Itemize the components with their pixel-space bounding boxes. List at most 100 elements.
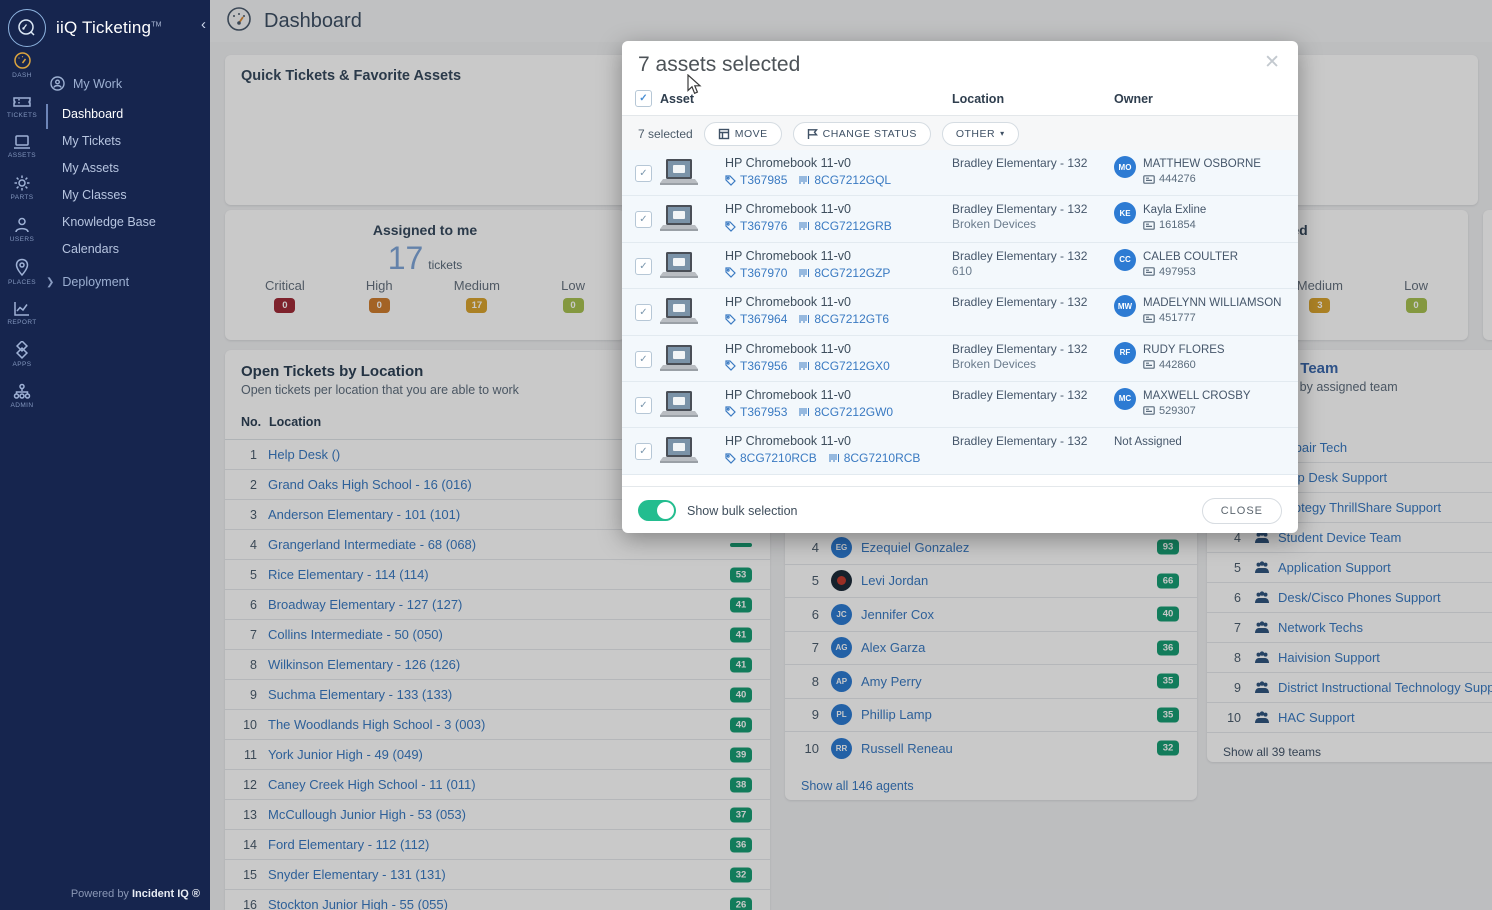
asset-serial[interactable]: 8CG7212GRB xyxy=(814,219,891,233)
asset-location: Bradley Elementary - 132 xyxy=(952,387,1088,402)
asset-row: ✓ HP Chromebook 11-v0 T367956 8CG7212GX0… xyxy=(622,335,1298,382)
asset-serial[interactable]: 8CG7212GX0 xyxy=(814,359,889,373)
app-page: Dashboard Quick Tickets & Favorite Asset… xyxy=(0,0,1492,910)
menu-deployment[interactable]: ❯ Deployment xyxy=(44,275,210,289)
asset-tag-icon xyxy=(725,453,736,464)
asset-tag[interactable]: T367953 xyxy=(740,405,787,419)
asset-row: ✓ HP Chromebook 11-v0 T367953 8CG7212GW0… xyxy=(622,381,1298,429)
asset-tag-icon xyxy=(725,314,736,325)
deployment-label: Deployment xyxy=(62,275,130,289)
move-button[interactable]: MOVE xyxy=(703,121,782,146)
asset-tag-icon xyxy=(725,267,736,279)
asset-serial[interactable]: 8CG7212GW0 xyxy=(814,405,893,419)
id-badge-icon xyxy=(1143,221,1155,230)
sidebar-rail-tickets[interactable]: TICKETS xyxy=(0,91,44,122)
sidebar-collapse-icon[interactable]: ‹ xyxy=(201,16,206,33)
asset-tag-icon xyxy=(725,174,736,186)
sidebar-rail-admin[interactable]: ADMIN xyxy=(0,380,44,412)
asset-serial[interactable]: 8CG7210RCB xyxy=(844,451,921,465)
barcode-icon xyxy=(799,315,810,324)
asset-row: ✓ HP Chromebook 11-v0 T367976 8CG7212GRB… xyxy=(622,196,1298,243)
sidebar: iiQ TicketingTM ‹ DASH TICKETS ASSETS PA… xyxy=(0,0,210,910)
owner-name: RUDY FLORES xyxy=(1143,343,1225,356)
asset-tag[interactable]: T367964 xyxy=(740,312,787,326)
id-badge-icon xyxy=(1143,267,1155,277)
sidebar-rail-assets[interactable]: ASSETS xyxy=(0,131,44,162)
asset-location: Bradley Elementary - 132 xyxy=(952,295,1088,310)
barcode-icon xyxy=(799,176,810,184)
asset-name-link[interactable]: HP Chromebook 11-v0 xyxy=(725,342,851,356)
asset-row: ✓ HP Chromebook 11-v0 T367964 8CG7212GT6… xyxy=(622,289,1298,336)
flag-icon xyxy=(807,128,818,139)
asset-name-link[interactable]: HP Chromebook 11-v0 xyxy=(725,388,851,402)
sidebar-menu-item[interactable]: My Classes xyxy=(62,182,210,209)
asset-tag[interactable]: T367985 xyxy=(740,173,787,187)
id-badge-icon xyxy=(1143,174,1155,184)
barcode-icon xyxy=(829,454,839,463)
sidebar-rail-parts[interactable]: PARTS xyxy=(0,171,44,204)
owner-avatar: MC xyxy=(1114,387,1136,410)
asset-row-checkbox[interactable]: ✓ xyxy=(635,304,652,322)
my-work-label: My Work xyxy=(73,76,123,91)
iiq-logo xyxy=(8,8,46,47)
owner-id: 529307 xyxy=(1143,405,1251,417)
chevron-right-icon: ❯ xyxy=(46,276,55,288)
bulk-selection-toggle[interactable] xyxy=(638,500,676,521)
asset-row-checkbox[interactable]: ✓ xyxy=(635,165,652,182)
asset-row: ✓ HP Chromebook 11-v0 T367970 8CG7212GZP… xyxy=(622,242,1298,290)
asset-thumbnail xyxy=(659,297,699,331)
asset-name-link[interactable]: HP Chromebook 11-v0 xyxy=(725,295,851,309)
select-all-checkbox[interactable]: ✓ xyxy=(635,90,652,107)
active-item-indicator xyxy=(46,104,48,129)
sidebar-rail-apps[interactable]: APPS xyxy=(0,338,44,371)
toggle-label: Show bulk selection xyxy=(687,503,798,518)
asset-row-checkbox[interactable]: ✓ xyxy=(635,443,652,461)
sidebar-rail-report[interactable]: REPORT xyxy=(0,298,44,329)
sidebar-rail-users[interactable]: USERS xyxy=(0,213,44,246)
close-icon[interactable]: ✕ xyxy=(1264,53,1280,72)
menu-my-work[interactable]: My Work xyxy=(44,70,210,101)
sidebar-menu-item[interactable]: Knowledge Base xyxy=(62,209,210,236)
close-button[interactable]: CLOSE xyxy=(1201,497,1282,524)
owner-id: 161854 xyxy=(1143,219,1206,231)
asset-thumbnail xyxy=(659,344,699,378)
my-work-submenu: Dashboard My Tickets My Assets My Classe… xyxy=(62,101,210,263)
asset-serial[interactable]: 8CG7212GT6 xyxy=(814,312,889,326)
barcode-icon xyxy=(799,407,810,416)
asset-tag[interactable]: 8CG7210RCB xyxy=(740,451,817,465)
asset-row-checkbox[interactable]: ✓ xyxy=(635,257,652,275)
change-status-button[interactable]: CHANGE STATUS xyxy=(792,121,931,146)
asset-row: ✓ HP Chromebook 11-v0 8CG7210RCB 8CG7210… xyxy=(622,428,1298,475)
asset-tag[interactable]: T367976 xyxy=(740,219,787,233)
asset-row-checkbox[interactable]: ✓ xyxy=(635,350,652,368)
selected-count-label: 7 selected xyxy=(638,126,693,141)
sidebar-menu: My Work Dashboard My Tickets My Assets M… xyxy=(44,70,210,289)
asset-serial[interactable]: 8CG7212GQL xyxy=(814,173,891,187)
owner-avatar: KE xyxy=(1114,202,1136,225)
sidebar-rail-places[interactable]: PLACES xyxy=(0,255,44,289)
asset-row-checkbox[interactable]: ✓ xyxy=(635,211,652,229)
asset-serial[interactable]: 8CG7212GZP xyxy=(814,266,890,280)
asset-tag[interactable]: T367956 xyxy=(740,359,787,373)
asset-name-link[interactable]: HP Chromebook 11-v0 xyxy=(725,434,851,448)
sidebar-menu-item[interactable]: Calendars xyxy=(62,236,210,263)
asset-row-checkbox[interactable]: ✓ xyxy=(635,396,652,414)
asset-name-link[interactable]: HP Chromebook 11-v0 xyxy=(725,156,851,170)
owner-name: Kayla Exline xyxy=(1143,204,1207,217)
asset-name-link[interactable]: HP Chromebook 11-v0 xyxy=(725,249,851,263)
sidebar-menu-item[interactable]: My Tickets xyxy=(62,128,210,155)
sidebar-rail-dash[interactable]: DASH xyxy=(0,48,44,82)
asset-tag-icon xyxy=(725,406,736,418)
asset-row: ✓ HP Chromebook 11-v0 T367985 8CG7212GQL… xyxy=(622,150,1298,197)
chevron-down-icon: ▾ xyxy=(1000,129,1005,138)
asset-name-link[interactable]: HP Chromebook 11-v0 xyxy=(725,202,851,216)
asset-tag-icon xyxy=(725,360,736,371)
column-header-owner: Owner xyxy=(1114,92,1153,106)
other-actions-button[interactable]: OTHER ▾ xyxy=(941,121,1019,146)
asset-tag[interactable]: T367970 xyxy=(740,266,787,280)
sidebar-menu-item[interactable]: My Assets xyxy=(62,155,210,182)
owner-avatar: MW xyxy=(1114,295,1136,318)
sidebar-menu-item[interactable]: Dashboard xyxy=(62,101,210,128)
id-badge-icon xyxy=(1143,360,1155,369)
column-header-location: Location xyxy=(952,92,1005,106)
